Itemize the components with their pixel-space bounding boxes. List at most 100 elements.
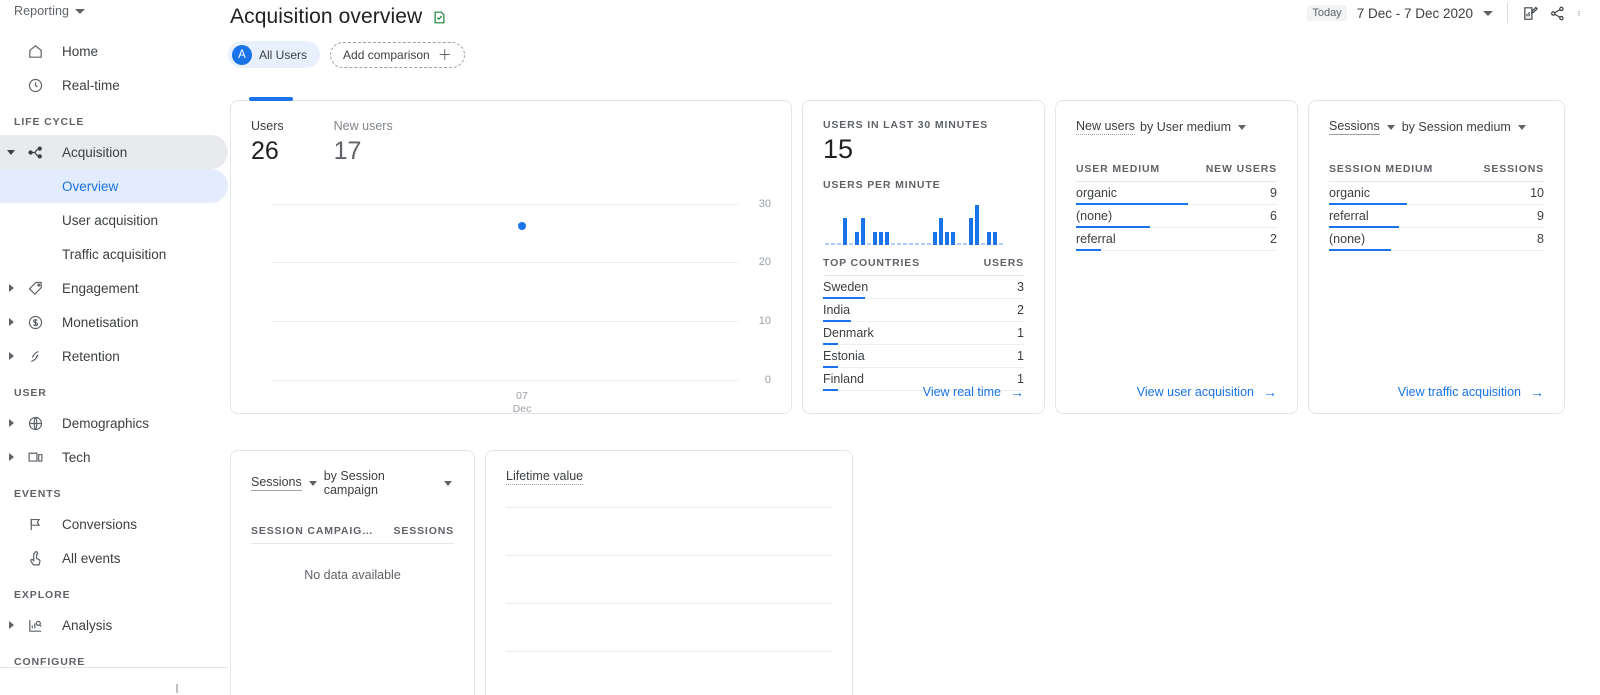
add-comparison-label: Add comparison [343,48,430,62]
table-row[interactable]: referral 9 [1329,205,1544,228]
table-row[interactable]: India 2 [823,299,1024,322]
card-title-metric[interactable]: Sessions [1329,119,1380,135]
report-body: Users 26 New users 17 [228,92,1600,695]
edit-analysis-icon[interactable] [1522,5,1539,22]
users-per-minute-sparkline[interactable] [825,201,1024,245]
chevron-down-icon[interactable] [1387,125,1395,130]
realtime-card: USERS IN LAST 30 MINUTES 15 USERS PER MI… [802,100,1045,414]
sidebar-item-real-time[interactable]: Real-time [0,68,228,102]
sidebar-item-label: Analysis [62,618,112,633]
table-row[interactable]: referral 2 [1076,228,1277,251]
chevron-down-icon[interactable] [0,150,22,155]
sidebar-section-explore: EXPLORE [0,575,228,608]
sidebar-item-analysis[interactable]: Analysis [0,608,228,642]
sparkline-bar [879,232,883,245]
column-header-metric: SESSIONS [1484,163,1544,175]
card-title-by: by User medium [1140,120,1231,134]
metric-value: 17 [334,137,393,166]
metric-new-users[interactable]: New users 17 [334,119,393,166]
table-row[interactable]: (none) 8 [1329,228,1544,251]
y-tick-10: 10 [759,315,771,327]
sidebar-item-conversions[interactable]: Conversions [0,507,228,541]
more-vert-icon[interactable] [1576,5,1582,22]
add-comparison-button[interactable]: Add comparison ＋ [330,42,465,68]
card-title-metric[interactable]: Sessions [251,475,302,491]
row-dimension: (none) [1329,232,1365,246]
table-row[interactable]: Estonia 1 [823,345,1024,368]
all-users-chip[interactable]: A All Users [228,41,320,68]
view-real-time-link[interactable]: View real time → [923,385,1024,399]
card-title: New users by User medium [1076,119,1277,135]
sparkline-bar [855,232,859,245]
sidebar-item-acquisition[interactable]: Acquisition [0,135,228,169]
sidebar-item-user-acquisition[interactable]: User acquisition [0,203,228,237]
link-label: View real time [923,385,1001,399]
view-traffic-acquisition-link[interactable]: View traffic acquisition → [1398,385,1544,399]
sidebar-item-traffic-acquisition[interactable]: Traffic acquisition [0,237,228,271]
metric-users[interactable]: Users 26 [251,119,284,166]
sidebar-item-retention[interactable]: Retention [0,339,228,373]
column-header-dimension: SESSION CAMPAIG… [251,525,374,537]
sidebar-item-engagement[interactable]: Engagement [0,271,228,305]
card-title-label[interactable]: Lifetime value [506,469,583,485]
chevron-right-icon[interactable] [0,419,22,427]
y-tick-20: 20 [759,256,771,268]
chevron-down-icon[interactable] [309,481,317,486]
table-row[interactable]: Sweden 3 [823,276,1024,299]
row-dimension: Denmark [823,326,874,340]
sidebar-item-home[interactable]: Home [0,34,228,68]
chevron-right-icon[interactable] [0,352,22,360]
cards-row-2: Sessions by Session campaign SESSION CAM… [230,450,1582,695]
sessions-by-campaign-card: Sessions by Session campaign SESSION CAM… [230,450,475,695]
chevron-right-icon[interactable] [0,284,22,292]
sparkline-bar [849,243,853,245]
chevron-down-icon[interactable] [1518,125,1526,130]
sidebar-item-all-events[interactable]: All events [0,541,228,575]
table-row[interactable]: organic 10 [1329,182,1544,205]
sidebar-item-demographics[interactable]: Demographics [0,406,228,440]
sparkline-bar [951,232,955,245]
new-users-table: organic 9 (none) 6 referral [1076,182,1277,251]
chevron-right-icon[interactable] [0,453,22,461]
row-bar [1076,226,1150,228]
sidebar-item-tech[interactable]: Tech [0,440,228,474]
x-tick-label: 07 Dec [513,390,532,416]
sidebar-item-label: User acquisition [62,213,158,228]
table-row[interactable]: organic 9 [1076,182,1277,205]
share-icon[interactable] [1549,5,1566,22]
sparkline-bar [963,243,967,245]
new-users-by-medium-card: New users by User medium USER MEDIUM NEW… [1055,100,1298,414]
card-body: Sessions by Session medium SESSION MEDIU… [1309,101,1564,413]
view-user-acquisition-link[interactable]: View user acquisition → [1137,385,1277,399]
chevron-right-icon[interactable] [0,318,22,326]
sparkline-bar [915,243,919,245]
chevron-right-icon[interactable] [0,621,22,629]
data-point-users[interactable] [518,222,526,230]
chevron-down-icon[interactable] [1483,11,1493,16]
analysis-icon [22,617,48,634]
card-body: Users 26 New users 17 [231,101,791,413]
lifetime-value-chart [506,507,832,687]
row-metric: 9 [1270,186,1277,200]
sidebar: Reporting Home [0,0,228,695]
card-title-metric[interactable]: New users [1076,119,1135,135]
row-dimension: India [823,303,850,317]
sidebar-item-overview[interactable]: Overview [0,169,228,203]
sparkline-bar [843,218,847,245]
row-metric: 9 [1537,209,1544,223]
insights-check-icon[interactable] [432,10,447,25]
column-header-dimension: TOP COUNTRIES [823,257,920,269]
devices-icon [22,449,48,466]
date-range-value[interactable]: 7 Dec - 7 Dec 2020 [1357,6,1473,21]
table-row[interactable]: (none) 6 [1076,205,1277,228]
reporting-selector[interactable]: Reporting [0,0,228,22]
row-bar [1329,226,1399,228]
arrow-right-icon: → [1263,385,1277,399]
row-bar [1329,249,1391,251]
chevron-down-icon[interactable] [444,481,452,486]
chevron-down-icon[interactable] [1238,125,1246,130]
sparkline-bar [939,218,943,245]
table-row[interactable]: Denmark 1 [823,322,1024,345]
row-bar [823,297,865,299]
sidebar-item-monetisation[interactable]: Monetisation [0,305,228,339]
